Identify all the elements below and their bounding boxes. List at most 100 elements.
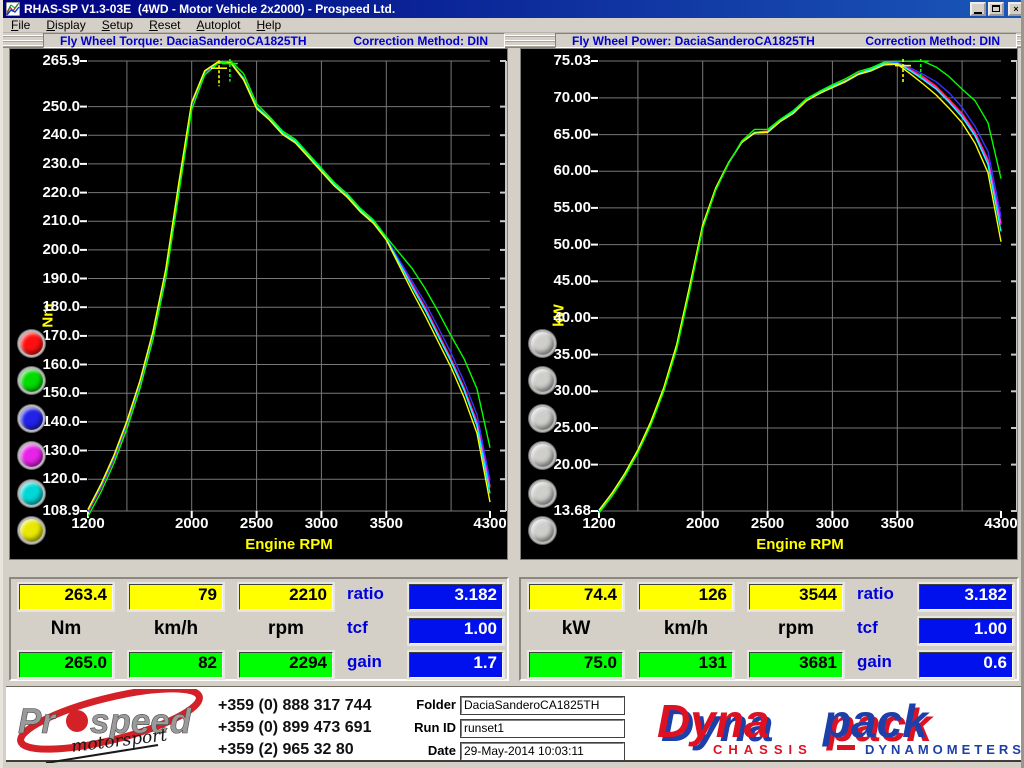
power-run-color-button-6[interactable] <box>529 517 556 544</box>
torque-chart-panel: Nm Engine RPM 265.9 250.0 240.0 230.0 220.0 2… <box>9 48 508 560</box>
power-run-color-button-4[interactable] <box>529 442 556 470</box>
rpm-peak-value-box: 2294 <box>239 652 333 678</box>
torque-chart-title: Fly Wheel Torque: DaciaSanderoCA1825TH <box>60 33 307 48</box>
power-chart-panel: kW Engine RPM 75.03 70.00 65.00 60.00 55.00 5… <box>520 48 1018 560</box>
app-icon <box>6 2 20 16</box>
y-tick-label: 200.0 <box>42 240 80 258</box>
torque-run-color-button-6[interactable] <box>18 517 45 544</box>
svg-text:Dyna: Dyna <box>657 695 769 747</box>
speed-peak-value-box: 131 <box>639 652 733 678</box>
power-unit-label: kW <box>561 618 591 639</box>
y-tick-label: 210.0 <box>42 212 80 230</box>
torque-peak-value-box: 265.0 <box>19 652 113 678</box>
power-run-color-button-1[interactable] <box>529 330 556 357</box>
torque-run-color-button-3[interactable] <box>18 404 45 432</box>
svg-text:Pr: Pr <box>18 702 57 741</box>
power-readout-group: 74.4 126 3544 ratio 3.182 kW km/h rpm tc… <box>519 577 1019 681</box>
y-tick-label: 75.03 <box>553 52 591 69</box>
power-x-axis-label: Engine RPM <box>756 536 844 553</box>
y-tick-label: 220.0 <box>42 183 80 201</box>
readout-zone: 263.4 79 2210 ratio 3.182 Nm km/h rpm tc… <box>3 560 1021 686</box>
menu-item-setup[interactable]: Setup <box>94 18 141 33</box>
torque-run-color-button-5[interactable] <box>18 479 45 507</box>
dynapack-logo: Dyna Dyna pack pack CHASSIS DYNAMOMETERS <box>657 695 1023 757</box>
svg-text:pack: pack <box>821 695 930 747</box>
menu-item-display[interactable]: Display <box>38 18 93 33</box>
ratio-label: ratio <box>857 584 894 603</box>
runid-field-label: Run ID <box>414 720 456 735</box>
torque-unit-label: Nm <box>50 618 82 639</box>
rpm-cursor-value-box: 2210 <box>239 584 333 610</box>
gain-value-box: 0.6 <box>919 652 1013 678</box>
menu-bar: File Display Setup Reset Autoplot Help <box>3 18 1021 33</box>
ratio-value-box: 3.182 <box>919 584 1013 610</box>
y-tick-label: 230.0 <box>42 154 80 172</box>
power-chart-header: Fly Wheel Power: DaciaSanderoCA1825TH Co… <box>555 33 1017 48</box>
torque-run-color-button-1[interactable] <box>18 330 45 357</box>
window-bottom-border <box>3 764 1021 768</box>
runid-field-input[interactable]: runset1 <box>460 719 625 738</box>
torque-plot-area[interactable] <box>77 59 508 521</box>
window-title: RHAS-SP V1.3-03E (4WD - Motor Vehicle 2x… <box>24 2 396 16</box>
contact-phone-numbers: +359 (0) 888 317 744 +359 (0) 899 473 69… <box>218 697 372 758</box>
gain-label: gain <box>857 652 892 671</box>
tcf-label: tcf <box>347 618 368 637</box>
rpm-cursor-value-box: 3544 <box>749 584 843 610</box>
folder-field-label: Folder <box>416 697 456 712</box>
torque-cursor-value-box: 263.4 <box>19 584 113 610</box>
power-peak-value-box: 75.0 <box>529 652 623 678</box>
power-chart-title: Fly Wheel Power: DaciaSanderoCA1825TH <box>572 33 815 48</box>
tcf-value-box: 1.00 <box>919 618 1013 644</box>
y-tick-label: 45.00 <box>553 272 591 290</box>
date-field-label: Date <box>427 743 456 758</box>
date-field-input[interactable]: 29-May-2014 10:03:11 <box>460 742 625 761</box>
footer-bar: Pr speed motorsport +359 (0) 888 317 744… <box>6 686 1023 763</box>
ratio-label: ratio <box>347 584 384 603</box>
torque-chart-header: Fly Wheel Torque: DaciaSanderoCA1825TH C… <box>43 33 505 48</box>
close-button[interactable]: × <box>1008 2 1021 16</box>
power-correction-method: Correction Method: DIN <box>865 33 1000 48</box>
y-tick-label: 190.0 <box>42 269 80 287</box>
prospeed-logo: Pr speed motorsport <box>17 689 203 763</box>
gain-value-box: 1.7 <box>409 652 503 678</box>
y-tick-label: 250.0 <box>42 97 80 115</box>
app-window: RHAS-SP V1.3-03E (4WD - Motor Vehicle 2x… <box>0 0 1024 768</box>
speed-peak-value-box: 82 <box>129 652 223 678</box>
y-tick-label: 240.0 <box>42 126 80 144</box>
tcf-label: tcf <box>857 618 878 637</box>
torque-run-color-button-4[interactable] <box>18 442 45 470</box>
y-tick-label: 55.00 <box>553 198 591 216</box>
rpm-unit-label: rpm <box>268 618 304 639</box>
ratio-value-box: 3.182 <box>409 584 503 610</box>
menu-item-reset[interactable]: Reset <box>141 18 188 33</box>
rpm-unit-label: rpm <box>778 618 814 639</box>
menu-item-help[interactable]: Help <box>249 18 290 33</box>
speed-unit-label: km/h <box>153 618 199 639</box>
svg-text:CHASSIS: CHASSIS <box>713 742 813 757</box>
power-plot-area[interactable] <box>588 59 1018 521</box>
torque-correction-method: Correction Method: DIN <box>353 33 488 48</box>
y-tick-label: 65.00 <box>553 125 591 143</box>
y-tick-label: 265.9 <box>42 52 80 69</box>
menu-item-autoplot[interactable]: Autoplot <box>188 18 248 33</box>
y-tick-label: 70.00 <box>553 88 591 106</box>
speed-unit-label: km/h <box>663 618 709 639</box>
svg-text:DYNAMOMETERS: DYNAMOMETERS <box>865 742 1023 757</box>
rpm-peak-value-box: 3681 <box>749 652 843 678</box>
y-tick-label: 60.00 <box>553 162 591 180</box>
restore-button[interactable] <box>988 2 1004 16</box>
speed-cursor-value-box: 79 <box>129 584 223 610</box>
y-tick-label: 180.0 <box>42 298 80 316</box>
minimize-button[interactable] <box>970 2 986 16</box>
y-tick-label: 50.00 <box>553 235 591 253</box>
folder-field-input[interactable]: DaciaSanderoCA1825TH <box>460 696 625 715</box>
speed-cursor-value-box: 126 <box>639 584 733 610</box>
menu-item-file[interactable]: File <box>3 18 38 33</box>
tcf-value-box: 1.00 <box>409 618 503 644</box>
window-title-bar[interactable]: RHAS-SP V1.3-03E (4WD - Motor Vehicle 2x… <box>3 0 1021 18</box>
y-tick-label: 40.00 <box>553 308 591 326</box>
power-run-color-button-3[interactable] <box>529 404 556 432</box>
gain-label: gain <box>347 652 382 671</box>
power-run-color-button-5[interactable] <box>529 479 556 507</box>
torque-readout-group: 263.4 79 2210 ratio 3.182 Nm km/h rpm tc… <box>9 577 509 681</box>
